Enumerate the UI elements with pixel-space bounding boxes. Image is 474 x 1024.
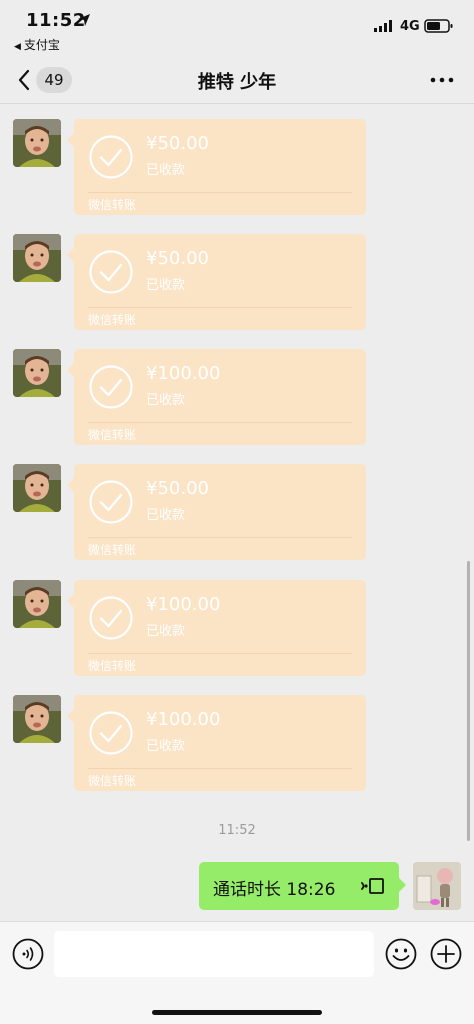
contact-avatar-image — [13, 464, 61, 512]
contact-avatar-image — [13, 349, 61, 397]
check-circle-icon — [89, 711, 133, 755]
plus-icon[interactable] — [430, 938, 462, 970]
back-to-app-link[interactable]: ◀ 支付宝 — [14, 36, 60, 53]
transfer-status: 已收款 — [146, 624, 186, 639]
message-input[interactable] — [54, 931, 374, 977]
cellular-signal-icon — [374, 20, 392, 32]
network-type: 4G — [400, 19, 420, 34]
home-indicator[interactable] — [152, 1010, 322, 1015]
my-avatar[interactable] — [413, 862, 461, 910]
contact-avatar[interactable] — [13, 695, 61, 743]
transfer-status: 已收款 — [146, 278, 186, 293]
more-options-icon[interactable] — [430, 76, 454, 84]
transfer-label: 微信转账 — [88, 543, 137, 557]
card-divider — [88, 537, 352, 538]
transfer-status: 已收款 — [146, 393, 186, 408]
message-row: ¥50.00 已收款 微信转账 — [0, 450, 474, 560]
check-circle-icon — [89, 135, 133, 179]
contact-avatar[interactable] — [13, 234, 61, 282]
message-timestamp: 11:52 — [218, 823, 256, 838]
contact-avatar[interactable] — [13, 464, 61, 512]
message-row: ¥100.00 已收款 微信转账 — [0, 681, 474, 791]
emoji-icon[interactable] — [385, 938, 417, 970]
transfer-label: 微信转账 — [88, 198, 137, 212]
transfer-card[interactable]: ¥50.00 已收款 微信转账 — [67, 464, 366, 560]
transfer-amount: ¥100.00 — [146, 594, 221, 615]
check-circle-icon — [89, 596, 133, 640]
my-avatar-image — [413, 862, 461, 910]
message-row: ¥50.00 已收款 微信转账 — [0, 220, 474, 330]
transfer-amount: ¥100.00 — [146, 363, 221, 384]
transfer-card[interactable]: ¥100.00 已收款 微信转账 — [67, 580, 366, 676]
voice-call-icon — [361, 878, 384, 894]
transfer-card[interactable]: ¥100.00 已收款 微信转账 — [67, 695, 366, 791]
contact-avatar-image — [13, 234, 61, 282]
check-circle-icon — [89, 250, 133, 294]
card-divider — [88, 653, 352, 654]
chat-messages[interactable]: ¥50.00 已收款 微信转账 ¥50.00 已收款 微信转账 ¥100.00 … — [0, 105, 474, 921]
transfer-status: 已收款 — [146, 508, 186, 523]
contact-avatar-image — [13, 580, 61, 628]
transfer-card[interactable]: ¥100.00 已收款 微信转账 — [67, 349, 366, 445]
transfer-status: 已收款 — [146, 739, 186, 754]
voice-call-message[interactable]: 通话时长 18:26 — [199, 862, 406, 910]
card-divider — [88, 192, 352, 193]
card-divider — [88, 422, 352, 423]
voice-input-icon[interactable] — [12, 938, 44, 970]
card-divider — [88, 768, 352, 769]
contact-avatar[interactable] — [13, 580, 61, 628]
transfer-amount: ¥50.00 — [146, 478, 209, 499]
contact-avatar-image — [13, 119, 61, 167]
check-circle-icon — [89, 365, 133, 409]
back-app-label: 支付宝 — [23, 38, 60, 52]
call-duration-text: 通话时长 18:26 — [213, 880, 336, 900]
check-circle-icon — [89, 480, 133, 524]
contact-avatar-image — [13, 695, 61, 743]
card-divider — [88, 307, 352, 308]
input-toolbar — [0, 921, 474, 1024]
message-row: ¥100.00 已收款 微信转账 — [0, 566, 474, 676]
transfer-amount: ¥50.00 — [146, 248, 209, 269]
contact-avatar[interactable] — [13, 349, 61, 397]
location-arrow-icon — [78, 14, 90, 26]
scrollbar[interactable] — [467, 561, 470, 841]
transfer-status: 已收款 — [146, 163, 186, 178]
contact-avatar[interactable] — [13, 119, 61, 167]
transfer-label: 微信转账 — [88, 774, 137, 788]
chat-title: 推特 少年 — [197, 72, 277, 93]
message-row: ¥100.00 已收款 微信转账 — [0, 335, 474, 445]
transfer-label: 微信转账 — [88, 428, 137, 442]
battery-icon — [424, 19, 453, 33]
chat-header: 49 推特 少年 — [0, 56, 474, 104]
status-bar: 11:52 ◀ 支付宝 4G — [0, 0, 474, 56]
transfer-amount: ¥50.00 — [146, 133, 209, 154]
message-row: ¥50.00 已收款 微信转账 — [0, 105, 474, 215]
transfer-card[interactable]: ¥50.00 已收款 微信转账 — [67, 119, 366, 215]
transfer-label: 微信转账 — [88, 659, 137, 673]
transfer-label: 微信转账 — [88, 313, 137, 327]
transfer-card[interactable]: ¥50.00 已收款 微信转账 — [67, 234, 366, 330]
back-triangle-icon: ◀ — [14, 42, 21, 52]
transfer-amount: ¥100.00 — [146, 709, 221, 730]
